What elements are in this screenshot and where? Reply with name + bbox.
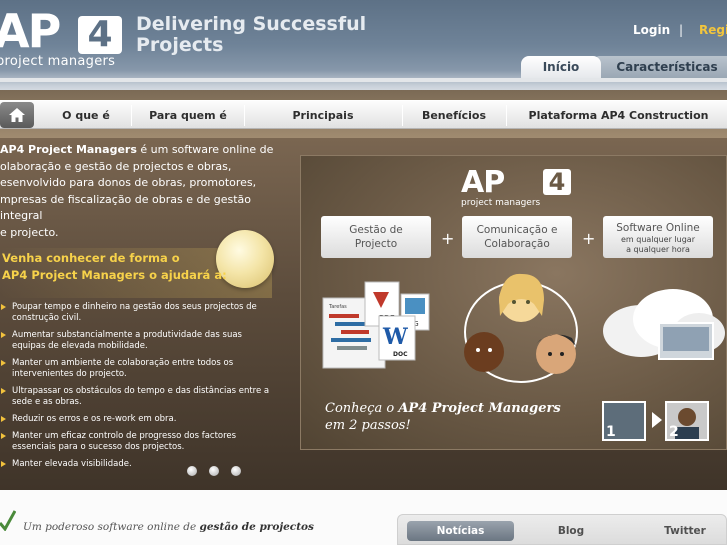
nav-divider [244, 105, 245, 126]
slider-logo-number: 4 [543, 169, 571, 195]
tab-inicio[interactable]: Início [521, 56, 601, 78]
step-number: 2 [669, 424, 679, 440]
header-separator: | [679, 23, 684, 37]
slider-logo-text: AP [461, 165, 505, 200]
bottom-tagline-text: Um poderoso software online de [23, 521, 200, 533]
bottom-tagline: Um poderoso software online de gestão de… [23, 521, 314, 533]
intro-line: olaboração e gestão de projectos e obras… [0, 159, 232, 173]
plus-sign: + [582, 229, 596, 248]
login-link[interactable]: Login [633, 23, 670, 37]
list-item: Poupar tempo e dinheiro na gestão dos se… [0, 302, 275, 324]
slider-caption: Conheça o AP4 Project Managers em 2 pass… [325, 400, 561, 434]
bottom-tagline-bold: gestão de projectos [199, 521, 314, 533]
intro-line: mpresas de fiscalização de obras e de ge… [0, 192, 252, 223]
intro-line: é um software online de [136, 143, 274, 156]
checkmark-icon [0, 510, 16, 531]
site-header: AP 4 project managers Delivering Success… [0, 0, 727, 100]
slider-dot[interactable] [187, 466, 197, 476]
list-item: Manter um ambiente de colaboração entre … [0, 358, 275, 380]
team-people-icon [464, 273, 578, 383]
pill-subline: em qualquer lugar [621, 235, 695, 244]
tab-caracteristicas[interactable]: Características [592, 56, 727, 78]
intro-line: esenvolvido para donos de obras, promoto… [0, 176, 257, 189]
doc-label-doc: DOC [393, 351, 408, 358]
pill-line: Colaboração [484, 238, 550, 250]
documents-icon: Tarefas PDF JPG W DOC [322, 281, 430, 369]
header-divider [0, 78, 727, 82]
feature-pill-software: Software Online em qualquer lugar a qual… [603, 216, 713, 258]
bottom-section: Um poderoso software online de gestão de… [0, 490, 727, 545]
logo-subtitle: project managers [0, 54, 116, 69]
slider-pagination [187, 461, 253, 480]
tab-blog[interactable]: Blog [518, 521, 624, 541]
logo-text: AP [0, 4, 61, 58]
tagline-line2: Projects [136, 34, 224, 56]
news-tabs: Notícias Blog Twitter [397, 514, 727, 545]
site-logo[interactable]: AP 4 project managers [0, 4, 134, 69]
list-item: Ultrapassar os obstáculos do tempo e das… [0, 386, 275, 408]
plus-sign: + [441, 229, 455, 248]
feature-pill-comunicacao: Comunicação e Colaboração [462, 216, 572, 258]
intro-text: AP4 Project Managers é um software onlin… [0, 142, 285, 241]
pill-line: Comunicação e [476, 224, 558, 236]
site-tagline: Delivering Successful Projects [136, 14, 366, 56]
list-item: Reduzir os erros e os re-work em obra. [0, 414, 275, 425]
logo-number: 4 [78, 16, 122, 54]
nav-item-o-que-e[interactable]: O que é [44, 101, 128, 130]
intro-product-name: AP4 Project Managers [0, 143, 137, 156]
tagline-line1: Delivering Successful [136, 13, 367, 35]
tab-noticias[interactable]: Notícias [407, 521, 514, 541]
step-1-thumbnail[interactable]: 1 [602, 401, 646, 441]
doc-label-w: W [382, 324, 408, 350]
nav-divider [131, 105, 132, 126]
pill-line: Gestão de [349, 224, 403, 236]
caption-text: Conheça o [325, 401, 399, 416]
cloud-icon [603, 289, 725, 360]
callout-line2: AP4 Project Managers o ajudará a: [2, 268, 227, 282]
slider-logo: AP 4 project managers [461, 168, 581, 208]
pill-line: Projecto [354, 238, 398, 250]
pill-line: Software Online [616, 222, 700, 234]
benefits-list: Poupar tempo e dinheiro na gestão dos se… [0, 302, 275, 470]
nav-item-plataforma[interactable]: Plataforma AP4 Construction [510, 101, 727, 130]
doc-label-tarefas: Tarefas [328, 304, 347, 310]
caption-product: AP4 Project Managers [398, 401, 561, 416]
house-icon [9, 108, 25, 122]
step-2-thumbnail[interactable]: 2 [665, 401, 709, 441]
register-link[interactable]: Regi [699, 23, 727, 37]
main-nav: O que é Para quem é Principais Caracterí… [0, 100, 727, 151]
callout-line1: Venha conhecer de forma o [2, 251, 180, 265]
slider-dot[interactable] [231, 466, 241, 476]
pill-subline: a qualquer hora [626, 245, 690, 254]
caption-line2: em 2 passos! [325, 418, 411, 433]
list-item: Aumentar substancialmente a produtividad… [0, 330, 275, 352]
nav-item-para-quem-e[interactable]: Para quem é [134, 101, 242, 130]
feature-pill-gestao: Gestão de Projecto [321, 216, 431, 258]
nav-item-beneficios[interactable]: Benefícios [404, 101, 504, 130]
callout-heading: Venha conhecer de forma o AP4 Project Ma… [2, 250, 232, 284]
main-content: AP4 Project Managers é um software onlin… [0, 138, 727, 490]
arrow-right-icon [652, 412, 662, 428]
step-number: 1 [606, 424, 616, 440]
home-button[interactable] [0, 102, 34, 128]
tab-twitter[interactable]: Twitter [630, 521, 727, 541]
slider-logo-subtitle: project managers [461, 198, 541, 208]
nav-item-caracteristicas[interactable]: Principais Características [246, 101, 400, 151]
nav-divider [402, 105, 403, 126]
list-item: Manter um eficaz controlo de progresso d… [0, 431, 275, 453]
nav-divider [506, 105, 507, 126]
feature-slider[interactable]: AP 4 project managers Gestão de Projecto… [300, 155, 727, 450]
slider-dot[interactable] [209, 466, 219, 476]
